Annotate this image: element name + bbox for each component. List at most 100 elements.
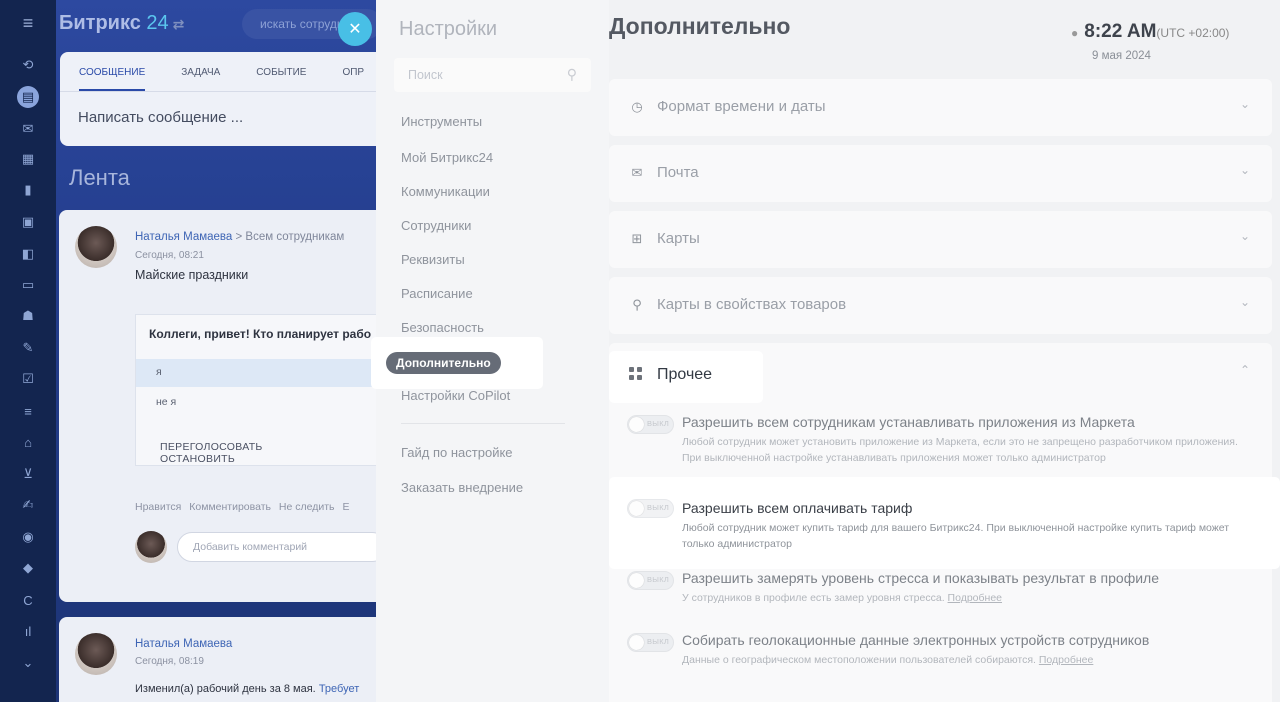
comment-button[interactable]: Комментировать — [189, 501, 271, 513]
filter-icon[interactable]: ≡ — [19, 402, 37, 420]
option-toggle[interactable]: ВЫКЛ — [627, 633, 674, 652]
sign-icon[interactable]: ✍ — [19, 496, 37, 514]
post-author[interactable]: Наталья Мамаева — [135, 231, 232, 243]
avatar[interactable] — [75, 633, 117, 675]
tab-message[interactable]: СООБЩЕНИЕ — [79, 67, 146, 91]
revote-button[interactable]: ПЕРЕГОЛОСОВАТЬ — [160, 441, 263, 453]
menu-item-copilot-settings[interactable]: Настройки CoPilot — [401, 388, 510, 403]
location-pin-icon: ⚲ — [632, 297, 642, 312]
page-title: Дополнительно — [609, 13, 791, 39]
settings-search-input[interactable]: Поиск ⚲ — [394, 58, 591, 92]
copilot-icon[interactable]: C — [19, 591, 37, 609]
team-icon[interactable]: ☗ — [19, 307, 37, 325]
chevron-down-icon: ⌄ — [1239, 295, 1250, 309]
menu-item-advanced[interactable]: Дополнительно — [386, 352, 501, 374]
menu-item-order-implementation[interactable]: Заказать внедрение — [401, 480, 523, 495]
menu-item-requisites[interactable]: Реквизиты — [401, 252, 465, 267]
more-link[interactable]: Подробнее — [1039, 654, 1093, 666]
feed-post: Наталья Мамаева Сегодня, 08:19 Изменил(а… — [59, 617, 376, 702]
option-toggle[interactable]: ВЫКЛ — [627, 571, 674, 590]
comment-input[interactable]: Добавить комментарий — [177, 532, 376, 562]
menu-item-schedule[interactable]: Расписание — [401, 286, 473, 301]
poll-option[interactable]: не я — [136, 389, 376, 417]
post-link[interactable]: Требует — [319, 683, 359, 695]
menu-item-setup-guide[interactable]: Гайд по настройке — [401, 445, 513, 460]
section-mail[interactable]: ✉ Почта ⌄ — [609, 145, 1272, 202]
search-icon: ⚲ — [566, 66, 577, 82]
checklist-icon[interactable]: ☑ — [19, 370, 37, 388]
tab-poll[interactable]: ОПР — [342, 67, 364, 91]
highlight-option-pay-tariff: ВЫКЛ Разрешить всем оплачивать тариф Люб… — [609, 477, 1280, 569]
section-label: Карты — [657, 230, 700, 247]
option-description: У сотрудников в профиле есть замер уровн… — [682, 592, 1003, 604]
highlight-section-other[interactable]: Прочее — [609, 351, 763, 403]
more-icon[interactable]: ⌄ — [19, 654, 37, 672]
more-actions-button[interactable]: Е — [342, 501, 349, 513]
option-title: Разрешить всем оплачивать тариф — [682, 500, 913, 516]
cart-icon[interactable]: ⊻ — [19, 465, 37, 483]
chevron-down-icon: ⌄ — [1239, 97, 1250, 111]
close-slider-button[interactable]: ✕ — [338, 12, 372, 46]
menu-item-communications[interactable]: Коммуникации — [401, 184, 490, 199]
chevron-down-icon: ⌄ — [1239, 229, 1250, 243]
option-toggle[interactable]: ВЫКЛ — [627, 415, 674, 434]
menu-item-tools[interactable]: Инструменты — [401, 114, 482, 129]
option-title: Разрешить замерять уровень стресса и пок… — [682, 570, 1159, 586]
post-composer: СООБЩЕНИЕ ЗАДАЧА СОБЫТИЕ ОПР Написать со… — [60, 52, 376, 146]
apps-grid-icon — [629, 367, 643, 381]
current-time: ● 8:22 AM(UTC +02:00) — [1071, 21, 1229, 43]
clock-icon: ◷ — [631, 99, 643, 114]
option-title: Собирать геолокационные данные электронн… — [682, 632, 1150, 648]
poll-option[interactable]: я — [136, 359, 376, 387]
menu-divider — [401, 423, 565, 424]
settings-title: Настройки — [399, 18, 498, 40]
feed-title: Лента — [69, 165, 130, 190]
menu-item-security[interactable]: Безопасность — [401, 320, 484, 335]
menu-icon[interactable]: ≡ — [19, 13, 37, 33]
calendar-icon[interactable]: ▦ — [19, 150, 37, 168]
current-date: 9 мая 2024 — [1092, 50, 1151, 62]
chevron-up-icon[interactable]: ⌃ — [1240, 363, 1250, 377]
more-link[interactable]: Подробнее — [948, 592, 1002, 604]
menu-item-my-bitrix24[interactable]: Мой Битрикс24 — [401, 150, 493, 165]
option-title: Разрешить всем сотрудникам устанавливать… — [682, 414, 1135, 430]
document-icon[interactable]: ▮ — [19, 181, 37, 199]
post-actions: Нравится Комментировать Не следить Е — [135, 501, 354, 513]
post-recipients: > Всем сотрудникам — [235, 231, 345, 243]
tab-event[interactable]: СОБЫТИЕ — [256, 67, 306, 91]
timezone-label: (UTC +02:00) — [1156, 26, 1230, 40]
feed-icon[interactable]: ⟲ — [19, 56, 37, 74]
option-description: Любой сотрудник может установить приложе… — [682, 436, 1238, 464]
tab-task[interactable]: ЗАДАЧА — [181, 67, 220, 91]
menu-item-employees[interactable]: Сотрудники — [401, 218, 471, 233]
section-maps[interactable]: ⊞ Карты ⌄ — [609, 211, 1272, 268]
avatar[interactable] — [75, 226, 117, 268]
store-icon[interactable]: ⌂ — [19, 433, 37, 451]
stop-poll-button[interactable]: ОСТАНОВИТЬ — [160, 453, 235, 465]
pay-tariff-toggle[interactable]: ВЫКЛ — [627, 499, 674, 518]
chevron-down-icon: ⌄ — [1239, 163, 1250, 177]
feed-post: Наталья Мамаева > Всем сотрудникам Сегод… — [59, 210, 376, 602]
mail-icon[interactable]: ✉ — [19, 120, 37, 138]
tasks-icon[interactable]: ✎ — [19, 339, 37, 357]
post-title: Майские праздники — [135, 268, 249, 282]
post-time: Сегодня, 08:21 — [135, 250, 204, 261]
bitrix24-logo[interactable]: Битрикс 24 ⇄ — [59, 12, 184, 35]
contacts-icon[interactable]: ▣ — [19, 213, 37, 231]
unfollow-button[interactable]: Не следить — [279, 501, 335, 513]
swap-icon: ⇄ — [172, 16, 185, 32]
chat-icon[interactable]: ▤ — [17, 86, 39, 108]
message-input[interactable]: Написать сообщение ... — [60, 92, 376, 126]
box-icon[interactable]: ◆ — [19, 559, 37, 577]
section-product-maps[interactable]: ⚲ Карты в свойствах товаров ⌄ — [609, 277, 1272, 334]
section-label: Прочее — [657, 366, 713, 383]
messenger-icon[interactable]: ◧ — [19, 245, 37, 263]
section-datetime-format[interactable]: ◷ Формат времени и даты ⌄ — [609, 79, 1272, 136]
post-author[interactable]: Наталья Мамаева — [135, 638, 232, 650]
analytics-icon[interactable]: ıl — [19, 622, 37, 640]
section-label: Карты в свойствах товаров — [657, 296, 847, 313]
like-button[interactable]: Нравится — [135, 501, 181, 513]
robot-icon[interactable]: ◉ — [19, 528, 37, 546]
storage-icon[interactable]: ▭ — [19, 276, 37, 294]
search-placeholder: Поиск — [408, 68, 443, 82]
